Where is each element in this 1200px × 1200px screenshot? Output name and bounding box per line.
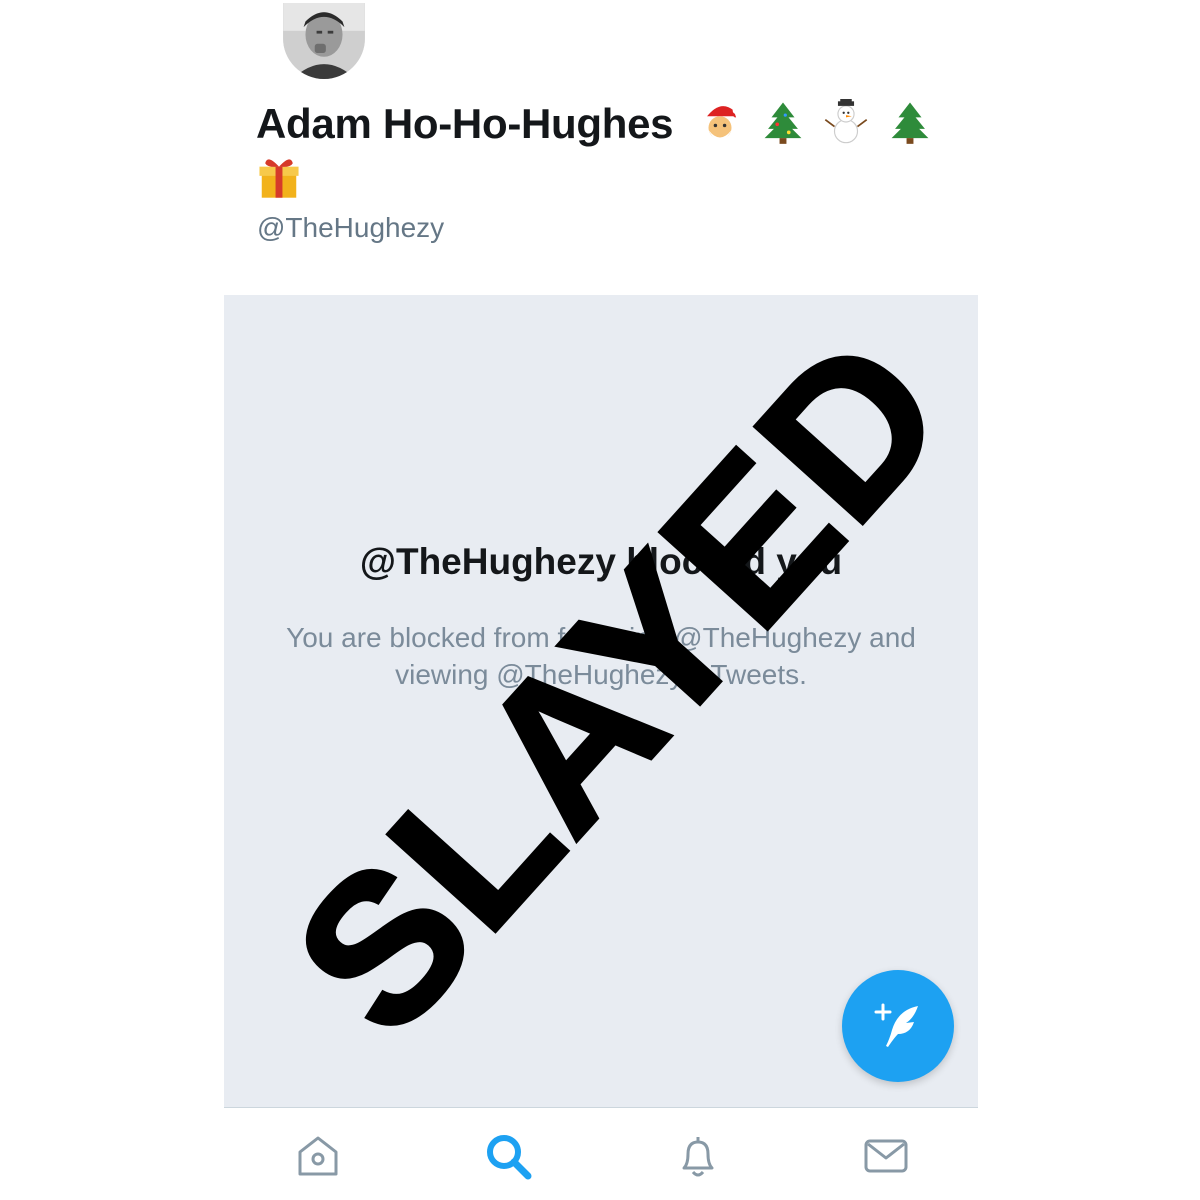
- avatar[interactable]: [280, 0, 368, 82]
- display-name-row: Adam Ho-Ho-Hughes: [256, 98, 956, 205]
- user-handle: @TheHughezy: [257, 212, 445, 243]
- christmas-tree-emoji: [887, 99, 933, 145]
- tab-notifications[interactable]: [674, 1132, 722, 1180]
- bell-icon: [682, 1137, 714, 1177]
- mail-icon: [864, 1139, 908, 1173]
- snowman-emoji: [823, 99, 869, 145]
- tab-messages[interactable]: [862, 1132, 910, 1180]
- tab-home[interactable]: [294, 1132, 342, 1180]
- display-name: Adam Ho-Ho-Hughes: [256, 100, 674, 147]
- search-icon: [487, 1135, 532, 1180]
- compose-tweet-icon: [874, 1003, 918, 1047]
- wrapped-gift-emoji: [256, 154, 302, 200]
- tab-search[interactable]: [484, 1132, 532, 1180]
- profile-photo: [283, 3, 365, 79]
- christmas-tree-emoji: [760, 99, 806, 145]
- home-icon: [298, 1136, 338, 1176]
- profile-page: Adam Ho-Ho-Hughes @TheHughezy @TheHughez…: [0, 0, 1200, 1200]
- santa-emoji: [697, 99, 743, 145]
- compose-tweet-button[interactable]: [842, 970, 954, 1082]
- bottom-tab-bar: [224, 1108, 978, 1200]
